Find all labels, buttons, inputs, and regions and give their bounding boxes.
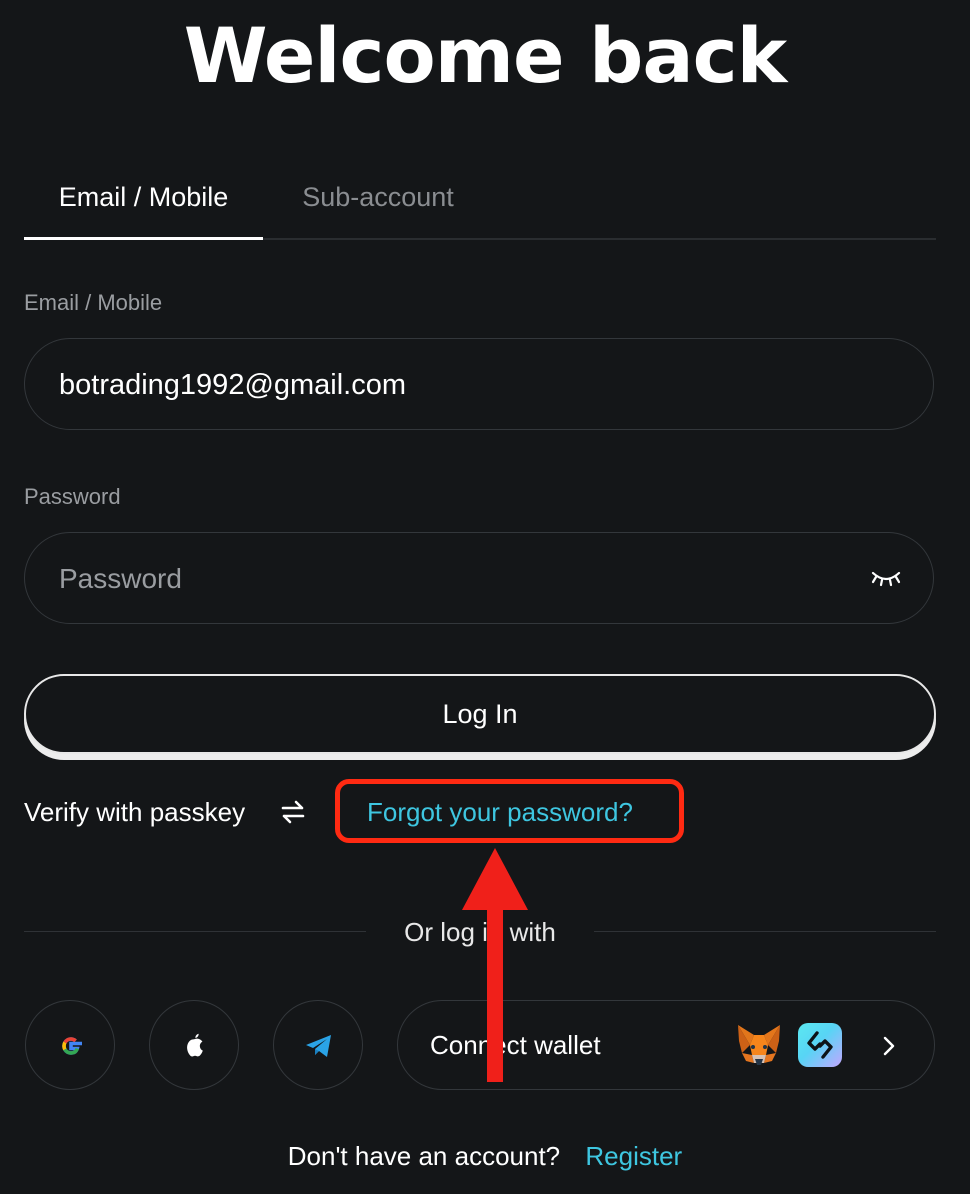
- email-field[interactable]: botrading1992@gmail.com: [24, 338, 934, 430]
- password-field[interactable]: Password: [24, 532, 934, 624]
- connect-wallet-button[interactable]: Connect wallet: [397, 1000, 935, 1090]
- apple-login-button[interactable]: [149, 1000, 239, 1090]
- login-tabs: Email / Mobile Sub-account: [24, 160, 936, 240]
- apple-icon: [187, 1033, 203, 1057]
- divider-right: [594, 931, 936, 932]
- no-account-text: Don't have an account?: [287, 1141, 561, 1171]
- eye-closed-icon[interactable]: [871, 567, 901, 589]
- bitget-logo-icon: [807, 1031, 833, 1059]
- verify-with-passkey-link[interactable]: Verify with passkey: [24, 792, 245, 832]
- divider-left: [24, 931, 366, 932]
- telegram-login-button[interactable]: [273, 1000, 363, 1090]
- page-title: Welcome back: [183, 11, 787, 100]
- connect-wallet-label: Connect wallet: [430, 1030, 601, 1060]
- password-placeholder: Password: [59, 563, 182, 594]
- email-field-label: Email / Mobile: [24, 290, 163, 315]
- metamask-fox-icon: [738, 1025, 780, 1065]
- login-button[interactable]: Log In: [24, 674, 936, 754]
- google-icon: [62, 1037, 82, 1055]
- tab-email-mobile[interactable]: Email / Mobile: [24, 160, 263, 240]
- password-field-label: Password: [24, 484, 121, 509]
- tab-sub-account[interactable]: Sub-account: [283, 160, 473, 238]
- register-link[interactable]: Register: [585, 1141, 682, 1171]
- bitget-wallet-icon: [798, 1023, 842, 1067]
- google-login-button[interactable]: [25, 1000, 115, 1090]
- or-log-in-with-text: Or log in with: [404, 917, 556, 947]
- swap-arrows-icon: [281, 800, 305, 824]
- telegram-icon: [306, 1035, 331, 1057]
- chevron-right-icon: [883, 1036, 895, 1056]
- register-row: Don't have an account? Register: [0, 1136, 970, 1176]
- email-value: botrading1992@gmail.com: [59, 369, 407, 401]
- forgot-password-link[interactable]: Forgot your password?: [367, 792, 633, 832]
